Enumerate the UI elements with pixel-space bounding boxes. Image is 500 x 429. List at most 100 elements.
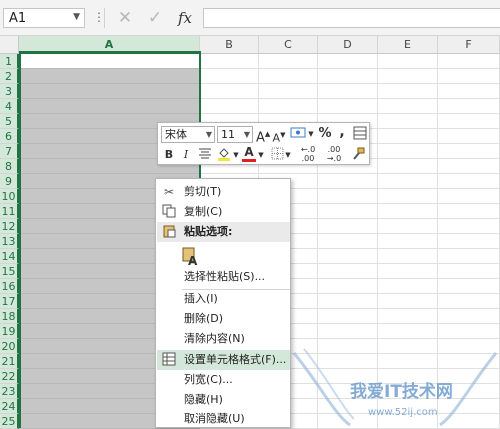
cell-d19[interactable] <box>318 324 378 339</box>
cell-d2[interactable] <box>318 69 378 84</box>
cell-e11[interactable] <box>378 204 438 219</box>
formula-input[interactable] <box>203 8 500 28</box>
row-header[interactable]: 4 <box>0 99 19 114</box>
chevron-down-icon[interactable]: ▼ <box>257 147 265 163</box>
cell-d25[interactable] <box>318 414 378 429</box>
cell-a4[interactable] <box>19 99 200 114</box>
cell-a3[interactable] <box>19 84 200 99</box>
align-center-button[interactable] <box>196 147 214 163</box>
cell-a1[interactable] <box>19 54 200 69</box>
row-header[interactable]: 5 <box>0 114 19 129</box>
cell-e3[interactable] <box>378 84 438 99</box>
insert-function-button[interactable]: fx <box>174 7 196 29</box>
cell-f9[interactable] <box>438 174 500 189</box>
cell-e9[interactable] <box>378 174 438 189</box>
row-header[interactable]: 1 <box>0 54 19 69</box>
column-header-c[interactable]: C <box>259 36 318 54</box>
column-header-f[interactable]: F <box>438 36 500 54</box>
cell-f10[interactable] <box>438 189 500 204</box>
cell-e7[interactable] <box>378 144 438 159</box>
cell-e10[interactable] <box>378 189 438 204</box>
cell-f13[interactable] <box>438 234 500 249</box>
cell-d15[interactable] <box>318 264 378 279</box>
decrease-decimal-button[interactable]: .00 →.0 <box>322 145 346 163</box>
row-header[interactable]: 9 <box>0 174 19 189</box>
cell-b1[interactable] <box>200 54 259 69</box>
select-all-corner[interactable] <box>0 36 19 54</box>
column-header-d[interactable]: D <box>318 36 378 54</box>
cell-f5[interactable] <box>438 114 500 129</box>
row-header[interactable]: 24 <box>0 399 19 414</box>
cell-d20[interactable] <box>318 339 378 354</box>
menu-item-delete[interactable]: 删除(D) <box>157 309 290 329</box>
cell-e23[interactable] <box>378 384 438 399</box>
cell-e14[interactable] <box>378 249 438 264</box>
cell-f21[interactable] <box>438 354 500 369</box>
cell-b4[interactable] <box>200 99 259 114</box>
menu-item-paste-special[interactable]: 选择性粘贴(S)... <box>157 267 290 287</box>
paste-option-button[interactable]: A <box>157 243 290 269</box>
cell-d12[interactable] <box>318 219 378 234</box>
row-header[interactable]: 6 <box>0 129 19 144</box>
cell-e16[interactable] <box>378 279 438 294</box>
cell-f7[interactable] <box>438 144 500 159</box>
cell-f17[interactable] <box>438 294 500 309</box>
cell-c4[interactable] <box>259 99 318 114</box>
menu-item-cut[interactable]: ✂ 剪切(T) <box>157 182 290 202</box>
font-color-button[interactable]: A <box>242 146 256 162</box>
cell-e19[interactable] <box>378 324 438 339</box>
chevron-down-icon[interactable]: ▼ <box>73 12 80 22</box>
row-header[interactable]: 19 <box>0 324 19 339</box>
row-header[interactable]: 25 <box>0 414 19 429</box>
name-box[interactable]: A1 ▼ <box>3 8 85 28</box>
cell-e12[interactable] <box>378 219 438 234</box>
cell-e8[interactable] <box>378 159 438 174</box>
cell-f19[interactable] <box>438 324 500 339</box>
cell-f1[interactable] <box>438 54 500 69</box>
cell-f16[interactable] <box>438 279 500 294</box>
cell-f8[interactable] <box>438 159 500 174</box>
format-painter-button[interactable] <box>350 147 366 163</box>
italic-button[interactable]: I <box>179 147 193 163</box>
cell-f24[interactable] <box>438 399 500 414</box>
cell-f11[interactable] <box>438 204 500 219</box>
number-format-button[interactable] <box>289 126 307 142</box>
grow-font-button[interactable]: A▲ <box>256 126 270 145</box>
row-header[interactable]: 18 <box>0 309 19 324</box>
cell-e22[interactable] <box>378 369 438 384</box>
cell-d3[interactable] <box>318 84 378 99</box>
row-header[interactable]: 23 <box>0 384 19 399</box>
cell-e13[interactable] <box>378 234 438 249</box>
cell-d10[interactable] <box>318 189 378 204</box>
enter-icon[interactable]: ✓ <box>144 7 166 29</box>
cell-e18[interactable] <box>378 309 438 324</box>
cell-e4[interactable] <box>378 99 438 114</box>
cell-c2[interactable] <box>259 69 318 84</box>
cell-d18[interactable] <box>318 309 378 324</box>
cancel-icon[interactable]: ✕ <box>114 7 136 29</box>
menu-item-hide[interactable]: 隐藏(H) <box>157 390 290 410</box>
row-header[interactable]: 8 <box>0 159 19 174</box>
menu-item-format-cells[interactable]: 设置单元格格式(F)... <box>157 350 290 370</box>
cell-e6[interactable] <box>378 129 438 144</box>
menu-item-clear-contents[interactable]: 清除内容(N) <box>157 329 290 349</box>
row-header[interactable]: 12 <box>0 219 19 234</box>
cell-d11[interactable] <box>318 204 378 219</box>
chevron-down-icon[interactable]: ▼ <box>284 147 292 163</box>
row-header[interactable]: 11 <box>0 204 19 219</box>
cell-b3[interactable] <box>200 84 259 99</box>
cell-f3[interactable] <box>438 84 500 99</box>
chevron-down-icon[interactable]: ▼ <box>232 147 240 163</box>
row-header[interactable]: 17 <box>0 294 19 309</box>
cell-d16[interactable] <box>318 279 378 294</box>
cell-c1[interactable] <box>259 54 318 69</box>
percent-style-button[interactable]: % <box>318 126 332 142</box>
cell-f15[interactable] <box>438 264 500 279</box>
cell-e25[interactable] <box>378 414 438 429</box>
cell-f22[interactable] <box>438 369 500 384</box>
row-header[interactable]: 20 <box>0 339 19 354</box>
cell-f4[interactable] <box>438 99 500 114</box>
cell-e1[interactable] <box>378 54 438 69</box>
cell-e5[interactable] <box>378 114 438 129</box>
shrink-font-button[interactable]: A▼ <box>272 127 286 145</box>
